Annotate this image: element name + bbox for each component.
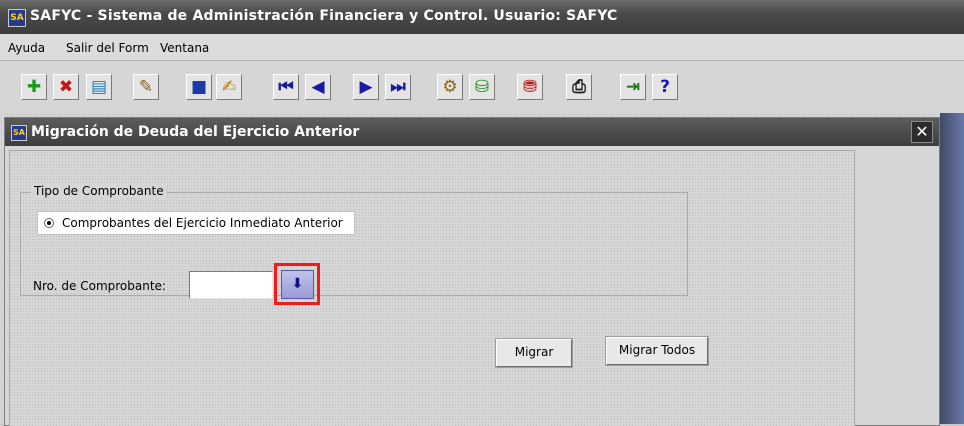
duplicate-record-button[interactable]: ▤ [86,74,112,100]
menu-item-salir-del-form[interactable]: Salir del Form [66,41,149,55]
nro-comprobante-label: Nro. de Comprobante: [33,279,166,293]
clear-record-icon: ✎ [138,76,154,97]
next-record-icon: ▶ [359,76,373,97]
migrar-button[interactable]: Migrar [496,339,572,367]
radio-label: Comprobantes del Ejercicio Inmediato Ant… [62,216,343,230]
exit-button[interactable]: ⇥ [620,74,646,100]
enter-query-button[interactable]: ⚙ [437,74,463,100]
last-record-icon: ⏭ [390,76,406,97]
delete-record-icon: ✖ [58,76,74,97]
migrar-todos-button[interactable]: Migrar Todos [606,337,708,365]
insert-record-icon: ✚ [26,76,42,97]
cancel-query-button[interactable]: ⛃ [517,74,543,100]
next-record-button[interactable]: ▶ [353,74,379,100]
radio-button-selected[interactable] [44,218,54,228]
menu-item-ventana[interactable]: Ventana [160,41,209,55]
cancel-query-icon: ⛃ [522,76,538,97]
execute-query-icon: ⛁ [474,76,490,97]
first-record-button[interactable]: ⏮ [273,74,299,100]
insert-record-button[interactable]: ✚ [21,74,47,100]
form-canvas: Tipo de Comprobante Comprobantes del Eje… [9,150,855,426]
print-icon: ⎙ [572,76,586,97]
form-title: Migración de Deuda del Ejercicio Anterio… [31,124,360,140]
help-icon: ? [660,76,670,97]
form-title-bar: SA Migración de Deuda del Ejercicio Ante… [5,118,939,146]
enter-query-icon: ⚙ [442,76,458,97]
menu-bar: Ayuda Salir del Form Ventana [0,34,964,61]
nro-comprobante-input[interactable] [189,271,273,299]
clear-record-button[interactable]: ✎ [133,74,159,100]
form-logo-icon: SA [11,125,27,141]
radio-option-ejercicio-anterior[interactable]: Comprobantes del Ejercicio Inmediato Ant… [37,211,355,235]
previous-record-button[interactable]: ◀ [305,74,331,100]
menu-item-ayuda[interactable]: Ayuda [8,41,45,55]
edit-button[interactable]: ✍ [216,74,242,100]
last-record-button[interactable]: ⏭ [385,74,411,100]
form-window: SA Migración de Deuda del Ejercicio Ante… [4,117,940,426]
print-button[interactable]: ⎙ [566,74,592,100]
delete-record-button[interactable]: ✖ [53,74,79,100]
execute-query-button[interactable]: ⛁ [469,74,495,100]
list-of-values-button[interactable]: ⬇ [281,270,314,299]
group-label: Tipo de Comprobante [31,184,167,198]
toolbar: ✚ ✖ ▤ ✎ ■ ✍ ⏮ ◀ ▶ ⏭ ⚙ ⛁ ⛃ ⎙ ⇥? [0,61,964,114]
save-button[interactable]: ■ [186,74,212,100]
first-record-icon: ⏮ [278,76,294,97]
app-title: SAFYC - Sistema de Administración Financ… [30,8,618,24]
help-button[interactable]: ? [652,74,678,100]
edit-icon: ✍ [221,76,237,97]
exit-icon: ⇥ [625,76,641,97]
close-button[interactable]: ✕ [911,121,933,143]
arrow-down-icon: ⬇ [291,276,304,292]
desktop-background [940,113,964,424]
app-title-bar: SA SAFYC - Sistema de Administración Fin… [0,0,964,34]
previous-record-icon: ◀ [311,76,325,97]
tipo-comprobante-group: Tipo de Comprobante Comprobantes del Eje… [20,184,688,305]
save-icon: ■ [190,76,208,97]
duplicate-record-icon: ▤ [90,76,108,97]
close-icon: ✕ [915,122,929,141]
app-logo-icon: SA [8,9,26,27]
